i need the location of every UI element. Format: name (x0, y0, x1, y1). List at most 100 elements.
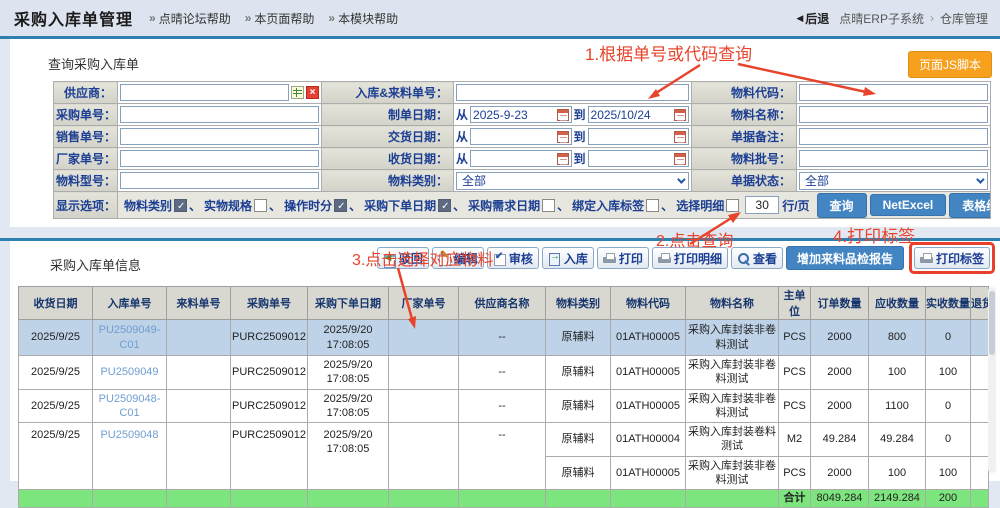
chevrons-icon: » (149, 11, 156, 25)
inbound-no-link[interactable]: PU2509048-C01 (93, 389, 167, 423)
calendar-icon[interactable] (674, 153, 686, 165)
chevron-down-icon (976, 175, 984, 183)
material-category-select[interactable]: 全部 (456, 172, 689, 190)
checkbox-material-category[interactable] (174, 199, 187, 212)
help-link-module[interactable]: »本模块帮助 (328, 10, 398, 27)
query-form: 供应商： × 入库&来料单号： 物料代码： 采购单号： 制单日期： 从 2025… (53, 81, 991, 219)
receive-date-to-input[interactable] (588, 150, 689, 167)
material-category-label: 物料类别： (322, 170, 454, 192)
query-panel-title: 查询采购入库单 (48, 54, 139, 73)
from-label: 从 (456, 150, 468, 167)
inbound-no-link[interactable]: PU2509049 (93, 356, 167, 390)
breadcrumb-system[interactable]: 点晴ERP子系统 (839, 10, 924, 27)
table-header-row: 收货日期入库单号来料单号采购单号采购下单日期厂家单号供应商名称物料类别物料代码物… (19, 287, 989, 320)
annotation-highlight-box: 打印标签 (909, 242, 995, 274)
material-model-label: 物料型号： (54, 170, 118, 192)
breadcrumb-module[interactable]: 仓库管理 (940, 10, 988, 27)
delivery-date-to-input[interactable] (588, 128, 689, 145)
delivery-date-from-input[interactable] (470, 128, 571, 145)
breadcrumb: 点晴ERP子系统 › 仓库管理 (839, 10, 988, 27)
calendar-icon[interactable] (557, 109, 569, 121)
table-row[interactable]: 2025/9/25PU2509049-C01PURC25090122025/9/… (19, 320, 989, 356)
sales-no-label: 销售单号： (54, 126, 118, 148)
purchase-no-label: 采购单号： (54, 104, 118, 126)
checkbox-operation-time[interactable] (334, 199, 347, 212)
checkbox-bind-inbound-label[interactable] (646, 199, 659, 212)
checkbox-physical-spec[interactable] (254, 199, 267, 212)
page-js-script-button[interactable]: 页面JS脚本 (908, 51, 992, 78)
summary-row: 合计8049.2842149.284200 (19, 490, 989, 507)
material-model-input[interactable] (120, 172, 319, 189)
back-button[interactable]: ◀后退 (796, 10, 829, 27)
back-arrow-icon: ◀ (796, 13, 803, 24)
inbound-orders-table: 收货日期入库单号来料单号采购单号采购下单日期厂家单号供应商名称物料类别物料代码物… (18, 286, 989, 508)
annotation-4: 4.打印标签 (833, 222, 915, 247)
supplier-input[interactable] (120, 84, 289, 101)
view-button[interactable]: 查看 (731, 247, 783, 269)
table-row[interactable]: 2025/9/25PU2509049PURC25090122025/9/20 1… (19, 356, 989, 390)
doc-status-select[interactable]: 全部 (799, 172, 988, 190)
info-panel-title: 采购入库单信息 (50, 255, 141, 274)
supplier-picker-icon[interactable] (291, 86, 304, 99)
material-code-label: 物料代码： (692, 82, 797, 104)
make-date-label: 制单日期： (322, 104, 454, 126)
table-row[interactable]: 2025/9/25PU2509048-C01PURC25090122025/9/… (19, 389, 989, 423)
page-size-input[interactable] (745, 196, 779, 214)
supplier-clear-icon[interactable]: × (306, 86, 319, 99)
purchase-no-input[interactable] (120, 106, 319, 123)
add-inspection-report-button[interactable]: 增加来料品检报告 (786, 246, 904, 270)
printer-icon (603, 252, 616, 265)
sales-no-input[interactable] (120, 128, 319, 145)
calendar-icon[interactable] (674, 131, 686, 143)
inbound-button[interactable]: 入库 (542, 247, 594, 269)
to-label: 到 (574, 128, 586, 145)
make-date-to-input[interactable]: 2025/10/24 (588, 106, 689, 123)
material-batch-input[interactable] (799, 150, 988, 167)
print-label-button[interactable]: 打印标签 (914, 247, 990, 269)
calendar-icon[interactable] (557, 153, 569, 165)
help-link-forum[interactable]: »点晴论坛帮助 (149, 10, 231, 27)
search-button[interactable]: 查询 (817, 193, 867, 218)
printer-icon (658, 252, 671, 265)
inbound-no-input[interactable] (456, 84, 689, 101)
table-row[interactable]: 2025/9/25PU2509048PURC25090122025/9/20 1… (19, 423, 989, 457)
checkbox-purchase-order-date[interactable] (438, 199, 451, 212)
inbound-no-link[interactable]: PU2509048 (93, 423, 167, 490)
annotation-3: 3.点击选择对应物料 (352, 246, 493, 270)
calendar-icon[interactable] (557, 131, 569, 143)
factory-no-input[interactable] (120, 150, 319, 167)
chevron-down-icon (677, 175, 685, 183)
make-date-from-input[interactable]: 2025-9-23 (470, 106, 571, 123)
printer-icon (920, 252, 933, 265)
annotation-2: 2.点击查询 (656, 227, 733, 251)
table-maintain-button[interactable]: 表格维护 (949, 193, 990, 218)
supplier-label: 供应商： (54, 82, 118, 104)
doc-remark-input[interactable] (799, 128, 988, 145)
scrollbar-thumb[interactable] (989, 291, 995, 355)
netexcel-button[interactable]: NetExcel (870, 194, 947, 216)
doc-remark-label: 单据备注： (692, 126, 797, 148)
material-batch-label: 物料批号： (692, 148, 797, 170)
print-button[interactable]: 打印 (597, 247, 649, 269)
help-link-label: 本模块帮助 (338, 10, 398, 27)
help-link-page[interactable]: »本页面帮助 (245, 10, 315, 27)
supplier-cell: × (118, 82, 322, 104)
from-label: 从 (456, 106, 468, 123)
checkbox-select-detail[interactable] (726, 199, 739, 212)
receive-date-from-input[interactable] (470, 150, 571, 167)
annotation-1: 1.根据单号或代码查询 (585, 40, 752, 65)
page-title: 采购入库单管理 (14, 6, 133, 30)
checkbox-purchase-demand-date[interactable] (542, 199, 555, 212)
audit-button[interactable]: 审核 (487, 247, 539, 269)
top-bar: 采购入库单管理 »点晴论坛帮助 »本页面帮助 »本模块帮助 ◀后退 点晴ERP子… (0, 0, 1000, 36)
to-label: 到 (574, 150, 586, 167)
chevron-right-icon: › (930, 11, 934, 25)
to-label: 到 (574, 106, 586, 123)
inbound-no-link[interactable]: PU2509049-C01 (93, 320, 167, 356)
calendar-icon[interactable] (674, 109, 686, 121)
material-name-input[interactable] (799, 106, 988, 123)
material-code-input[interactable] (799, 84, 988, 101)
top-nav: ◀后退 点晴ERP子系统 › 仓库管理 (796, 10, 988, 27)
from-label: 从 (456, 128, 468, 145)
chevrons-icon: » (245, 11, 252, 25)
